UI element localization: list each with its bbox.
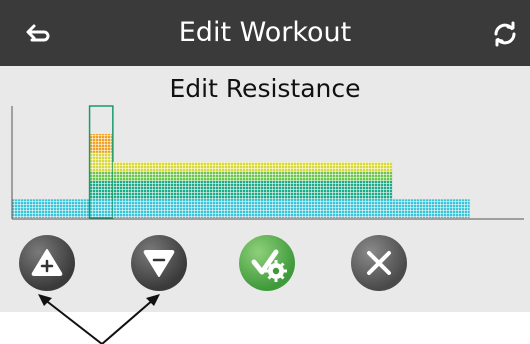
bar-dot-texture [392, 208, 470, 218]
bar-dot-texture [112, 180, 393, 190]
annotation-arrows [38, 294, 160, 344]
chart-bars [12, 105, 470, 219]
bar-dot-texture [392, 199, 470, 209]
triangle-up-plus-icon [31, 249, 63, 276]
increase-resistance-button[interactable] [19, 235, 75, 291]
bar-dot-texture [89, 143, 113, 153]
bar-dot-texture [89, 152, 113, 162]
chart-bar-2[interactable] [112, 162, 393, 218]
decrease-resistance-button[interactable] [131, 235, 187, 291]
bar-dot-texture [112, 171, 393, 181]
bar-dot-texture [112, 190, 393, 200]
bar-dot-texture [112, 199, 393, 209]
confirm-button[interactable] [239, 235, 295, 291]
close-x-icon [367, 251, 391, 275]
bar-dot-texture [89, 208, 113, 218]
chart-bar-1[interactable] [89, 134, 113, 218]
bar-dot-texture [89, 134, 113, 144]
bar-dot-texture [89, 190, 113, 200]
bar-dot-texture [89, 162, 113, 172]
header-bar: Edit Workout [0, 0, 530, 66]
refresh-icon [494, 21, 516, 47]
bar-dot-texture [12, 199, 90, 209]
bar-dot-texture [89, 171, 113, 181]
triangle-down-minus-icon [143, 250, 175, 277]
cancel-button[interactable] [351, 235, 407, 291]
resistance-profile-chart[interactable] [0, 100, 530, 225]
bar-dot-texture [89, 180, 113, 190]
page-title: Edit Workout [178, 17, 352, 48]
chart-bar-0[interactable] [12, 199, 90, 218]
check-gear-icon [251, 249, 287, 282]
bar-dot-texture [112, 162, 393, 172]
bar-dot-texture [12, 208, 90, 218]
bar-dot-texture [89, 199, 113, 209]
bar-dot-texture [112, 208, 393, 218]
chart-bar-3[interactable] [392, 199, 470, 218]
refresh-button[interactable] [491, 20, 519, 48]
